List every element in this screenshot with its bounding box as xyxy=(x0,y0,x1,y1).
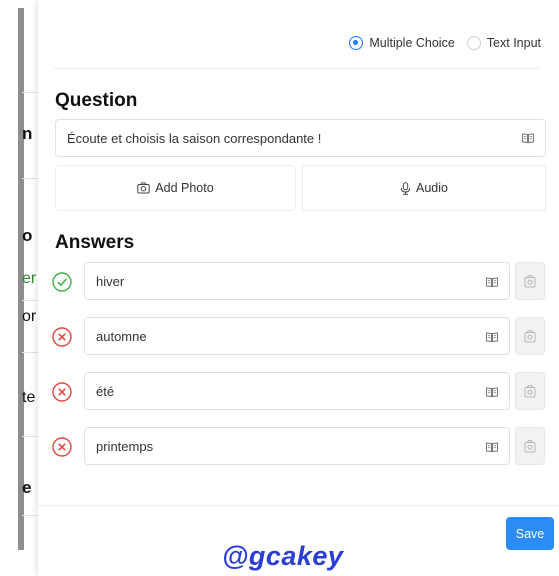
option-label: Text Input xyxy=(486,36,541,50)
camera-icon xyxy=(524,275,536,288)
camera-icon xyxy=(524,330,536,343)
answer-photo-button[interactable] xyxy=(515,427,545,465)
radio-multiple-choice[interactable] xyxy=(349,36,364,50)
bg-text-fragment: n xyxy=(22,124,33,143)
question-editor-modal: Multiple Choice Text Input Question Écou… xyxy=(38,0,559,576)
book-icon[interactable] xyxy=(485,440,499,454)
answer-text: automne xyxy=(96,329,147,344)
footer-divider xyxy=(38,505,559,506)
camera-icon xyxy=(137,182,150,194)
answer-text: printemps xyxy=(96,439,154,454)
book-icon[interactable] xyxy=(521,131,535,145)
answer-photo-button[interactable] xyxy=(515,317,545,355)
bg-text-fragment: o xyxy=(22,226,33,245)
bg-text-fragment: e xyxy=(22,478,32,497)
add-photo-label: Add Photo xyxy=(155,181,214,195)
answers-heading: Answers xyxy=(55,232,135,253)
camera-icon xyxy=(524,385,536,398)
answer-text: été xyxy=(96,384,115,399)
answer-input[interactable]: été xyxy=(84,372,510,410)
divider xyxy=(54,68,539,69)
option-multiple-choice[interactable]: Multiple Choice xyxy=(349,36,455,50)
question-input[interactable]: Écoute et choisis la saison correspondan… xyxy=(55,119,546,157)
question-heading: Question xyxy=(55,90,138,111)
question-type-selector: Multiple Choice Text Input xyxy=(349,36,541,50)
audio-button[interactable]: Audio xyxy=(302,165,546,211)
camera-icon xyxy=(524,440,536,453)
radio-text-input[interactable] xyxy=(466,36,481,50)
answer-photo-button[interactable] xyxy=(515,262,545,300)
add-photo-button[interactable]: Add Photo xyxy=(55,165,296,211)
answer-photo-button[interactable] xyxy=(515,372,545,410)
answer-input[interactable]: hiver xyxy=(84,262,510,300)
book-icon[interactable] xyxy=(485,275,499,289)
save-button[interactable]: Save xyxy=(506,517,554,550)
answer-text: hiver xyxy=(96,274,125,289)
question-text: Écoute et choisis la saison correspondan… xyxy=(67,131,322,146)
watermark: @gcakey xyxy=(222,541,344,571)
incorrect-x-icon[interactable] xyxy=(52,437,72,457)
answer-input[interactable]: printemps xyxy=(84,427,510,465)
book-icon[interactable] xyxy=(485,385,499,399)
book-icon[interactable] xyxy=(485,330,499,344)
bg-text-fragment: te xyxy=(22,389,36,406)
microphone-icon xyxy=(400,181,411,195)
answer-input[interactable]: automne xyxy=(84,317,510,355)
incorrect-x-icon[interactable] xyxy=(52,327,72,347)
option-label: Multiple Choice xyxy=(369,36,455,50)
bg-text-fragment: or xyxy=(22,308,37,325)
incorrect-x-icon[interactable] xyxy=(52,382,72,402)
correct-check-icon[interactable] xyxy=(52,272,72,292)
background-page: n o er or te e xyxy=(0,0,40,576)
option-text-input[interactable]: Text Input xyxy=(466,36,541,50)
audio-label: Audio xyxy=(416,181,448,195)
bg-text-fragment: er xyxy=(22,270,37,287)
